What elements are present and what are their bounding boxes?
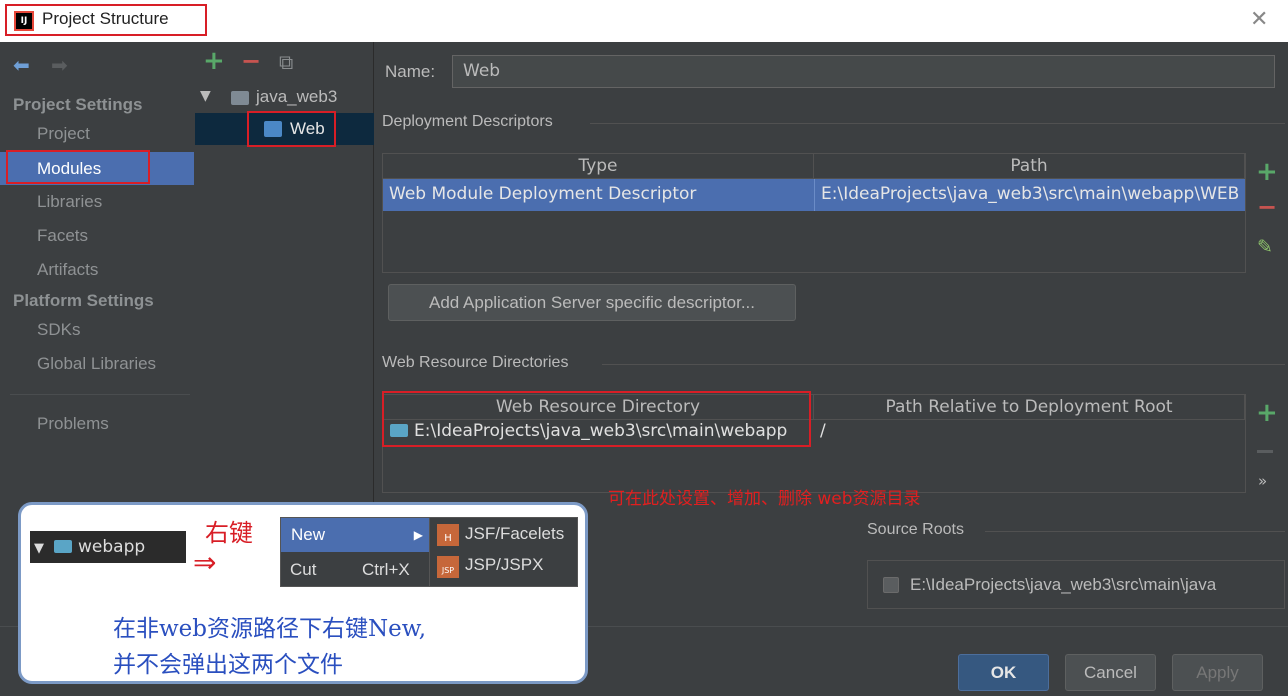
web-resource-highlight-box [382,391,811,447]
menu-item-jsf-facelets[interactable]: JSF/Facelets [465,524,564,544]
menu-item-new[interactable]: New ▶ [281,518,429,552]
source-roots-header: Source Roots [867,521,964,538]
platform-settings-header: Platform Settings [13,291,154,310]
nav-item-global-libraries[interactable]: Global Libraries [37,354,156,374]
descriptor-path-cell[interactable]: E:\IdeaProjects\java_web3\src\main\webap… [814,179,1245,211]
forward-arrow-icon[interactable]: ➡ [51,53,68,77]
menu-new-label: New [291,525,326,544]
close-icon[interactable]: ✕ [1250,7,1268,32]
ok-button[interactable]: OK [958,654,1049,691]
nav-item-problems[interactable]: Problems [37,414,109,434]
folder-icon [54,540,72,553]
source-root-checkbox[interactable] [883,577,899,593]
nav-item-facets[interactable]: Facets [37,226,88,246]
menu-item-cut[interactable]: Cut [290,560,316,580]
menu-item-jsp-jspx[interactable]: JSP/JSPX [465,555,543,575]
expand-arrow-icon: ▼ [34,541,44,556]
add-descriptor-icon[interactable]: + [1256,157,1278,187]
right-click-label: 右键 [205,519,253,547]
annotation-note: 可在此处设置、增加、删除 web资源目录 [608,489,921,509]
edit-pencil-icon[interactable]: ✎ [1257,236,1273,258]
right-arrow-icon: ⇒ [193,546,217,579]
section-divider [602,364,1285,365]
nav-item-libraries[interactable]: Libraries [37,192,102,212]
overlay-tree-row: ▼ webapp [30,531,186,563]
project-settings-header: Project Settings [13,95,143,114]
submenu-arrow-icon: ▶ [413,528,423,542]
descriptor-type-cell[interactable]: Web Module Deployment Descriptor [383,179,814,211]
nav-item-artifacts[interactable]: Artifacts [37,260,98,280]
nav-divider [10,394,190,395]
remove-web-resource-icon[interactable] [1257,450,1273,453]
source-root-path[interactable]: E:\IdeaProjects\java_web3\src\main\java [910,575,1216,595]
web-resource-directories-header: Web Resource Directories [382,354,569,371]
web-highlight-box [247,111,336,147]
more-actions-icon[interactable]: » [1258,472,1267,490]
expand-arrow-icon[interactable]: ▼ [200,88,211,104]
column-header-path[interactable]: Path [814,154,1245,179]
add-web-resource-icon[interactable]: + [1256,398,1278,428]
cancel-button[interactable]: Cancel [1065,654,1156,691]
cut-shortcut: Ctrl+X [362,560,410,579]
remove-descriptor-icon[interactable]: − [1257,193,1277,221]
apply-button[interactable]: Apply [1172,654,1263,691]
name-label: Name: [385,62,436,81]
jsp-file-icon: JSP [437,556,459,578]
tree-root-java-web3[interactable]: java_web3 [256,87,337,107]
name-field[interactable]: Web [452,55,1275,88]
modules-highlight-box [6,150,150,184]
section-divider [985,531,1285,532]
nav-item-sdks[interactable]: SDKs [37,320,80,340]
relative-path-cell[interactable]: / [820,420,1240,444]
remove-module-icon[interactable]: − [241,47,261,75]
section-divider [590,123,1285,124]
back-arrow-icon[interactable]: ⬅ [13,53,30,77]
overlay-webapp-label: webapp [78,537,146,557]
column-header-relative-path[interactable]: Path Relative to Deployment Root [814,395,1245,420]
deployment-descriptors-header: Deployment Descriptors [382,113,553,130]
add-module-icon[interactable]: + [203,46,225,76]
overlay-note-line1: 在非web资源路径下右键New, [113,616,427,642]
add-server-descriptor-button[interactable]: Add Application Server specific descript… [388,284,796,321]
overlay-note-line2: 并不会弹出这两个文件 [113,652,343,678]
submenu-divider [429,518,430,586]
module-folder-icon [231,91,249,105]
nav-item-project[interactable]: Project [37,124,90,144]
title-highlight-box [5,4,207,36]
copy-module-icon[interactable]: ⧉ [279,50,293,74]
jsf-file-icon: H [437,524,459,546]
column-header-type[interactable]: Type [383,154,814,179]
